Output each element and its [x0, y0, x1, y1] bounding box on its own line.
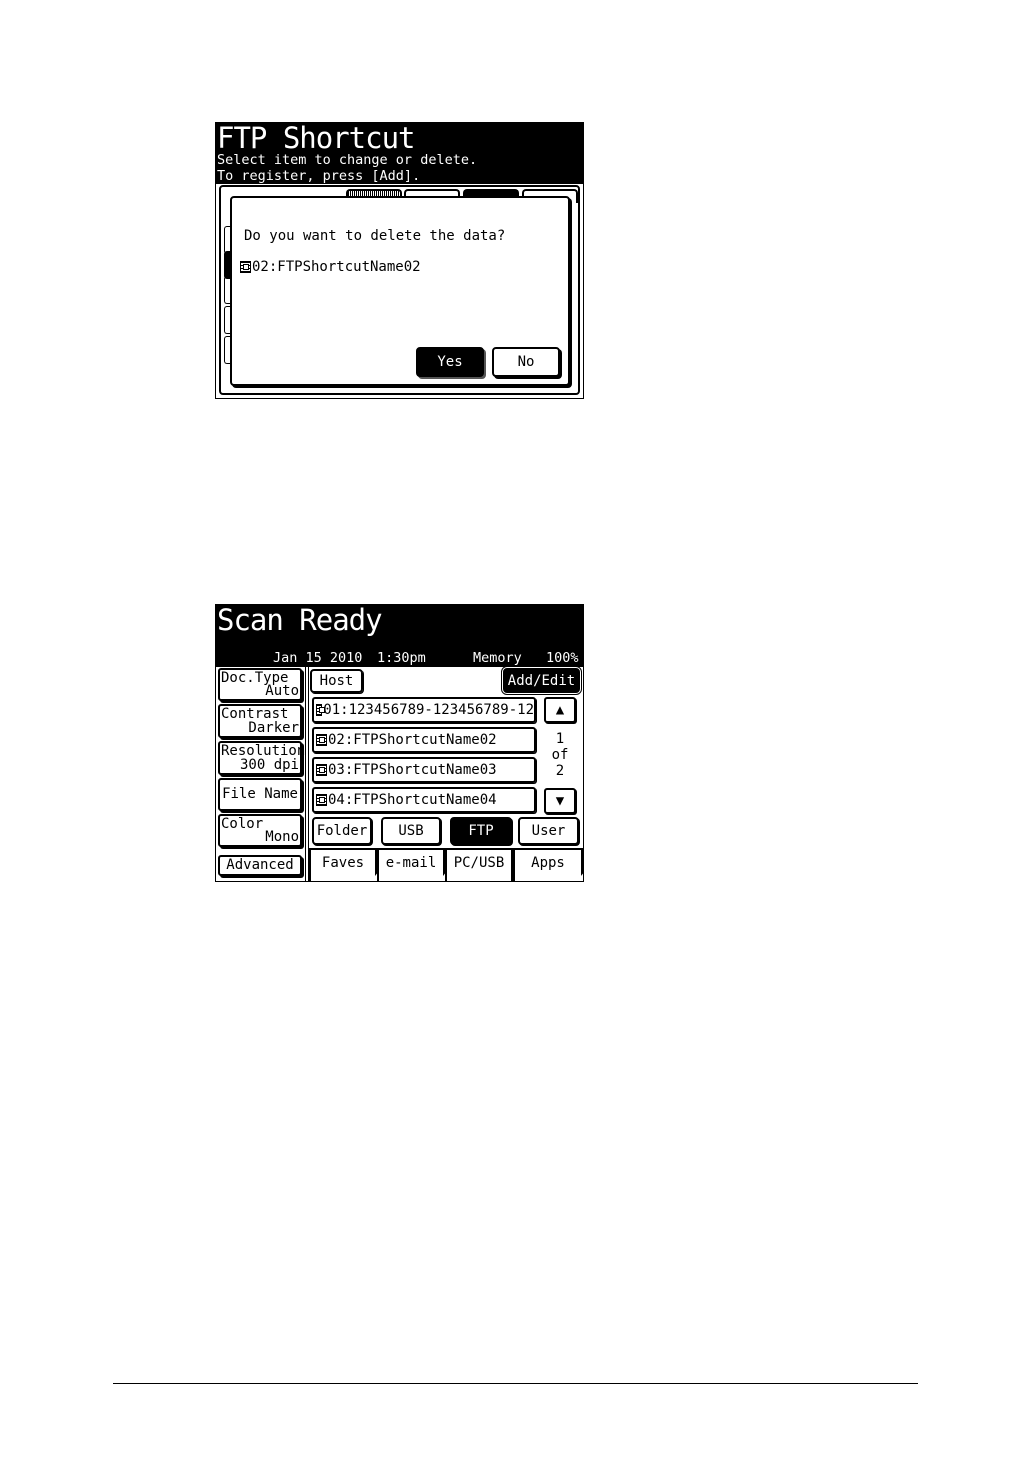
page-total: 2 [555, 763, 565, 779]
ftp-shortcut-icon [316, 734, 327, 746]
list-item-label: 01:123456789-123456789-12 [323, 702, 534, 718]
screen-header: Scan Ready Jan 15 2010 1:30pm Memory 100… [216, 605, 583, 667]
ftp-shortcut-icon [316, 704, 326, 716]
status-time: 1:30pm [377, 650, 426, 666]
color-button[interactable]: Color Mono [218, 814, 302, 847]
setting-value: Darker [248, 720, 299, 736]
ftp-shortcut-screen: FTP Shortcut Select item to change or de… [215, 122, 584, 399]
doc-type-button[interactable]: Doc.Type Auto [218, 668, 302, 701]
resolution-button[interactable]: Resolution 300 dpi [218, 741, 305, 775]
destination-ftp-button[interactable]: FTP [450, 817, 512, 845]
tab-apps[interactable]: Apps [513, 848, 583, 881]
list-item[interactable]: 03:FTPShortcutName03 [312, 757, 536, 783]
destination-folder-button[interactable]: Folder [312, 817, 372, 845]
ftp-shortcut-icon [316, 764, 327, 776]
ftp-shortcut-icon [316, 794, 327, 806]
setting-label: File Name [222, 786, 298, 802]
tab-faves[interactable]: Faves [309, 848, 377, 881]
scroll-up-button[interactable]: ▲ [544, 697, 576, 723]
screen-instruction-1: Select item to change or delete. [217, 152, 478, 168]
status-memory-label: Memory [473, 650, 522, 666]
scan-ready-screen: Scan Ready Jan 15 2010 1:30pm Memory 100… [215, 604, 584, 882]
contrast-button[interactable]: Contrast Darker [218, 704, 302, 738]
host-button[interactable]: Host [310, 669, 363, 693]
list-item[interactable]: 01:123456789-123456789-12 [312, 697, 536, 723]
add-edit-button[interactable]: Add/Edit [501, 666, 582, 695]
list-item[interactable]: 04:FTPShortcutName04 [312, 787, 536, 813]
setting-label: Color [221, 816, 264, 832]
file-name-button[interactable]: File Name [218, 778, 302, 811]
setting-value: Auto [265, 683, 299, 699]
ftp-shortcut-icon [240, 261, 251, 273]
list-item-label: 03:FTPShortcutName03 [328, 762, 497, 778]
scroll-down-button[interactable]: ▼ [544, 788, 576, 814]
advanced-label: Advanced [226, 857, 294, 873]
status-date: Jan 15 2010 [273, 650, 363, 666]
destination-user-button[interactable]: User [518, 817, 579, 845]
page-current: 1 [555, 731, 565, 747]
no-button[interactable]: No [492, 347, 560, 377]
screen-instruction-2: To register, press [Add]. [217, 168, 421, 184]
tab-email[interactable]: e-mail [377, 848, 445, 881]
setting-value: 300 dpi [239, 757, 299, 773]
dialog-message: Do you want to delete the data? [244, 228, 506, 244]
screen-title: Scan Ready [217, 604, 383, 637]
page-of: of [551, 747, 569, 763]
up-arrow-icon: ▲ [555, 702, 565, 718]
tab-pc-usb[interactable]: PC/USB [445, 848, 513, 881]
column-divider [305, 667, 309, 881]
page-indicator: 1 of 2 [544, 731, 576, 779]
dialog-item-label: 02:FTPShortcutName02 [252, 259, 421, 275]
list-item-label: 02:FTPShortcutName02 [328, 732, 497, 748]
destination-usb-button[interactable]: USB [381, 817, 441, 845]
status-memory-value: 100% [546, 650, 579, 666]
setting-value: Mono [265, 829, 299, 845]
dialog-item: 02:FTPShortcutName02 [240, 259, 421, 275]
screen-title: FTP Shortcut [217, 122, 416, 155]
page-footer-rule [113, 1383, 918, 1384]
list-item[interactable]: 02:FTPShortcutName02 [312, 727, 536, 753]
down-arrow-icon: ▼ [555, 793, 565, 809]
list-item-label: 04:FTPShortcutName04 [328, 792, 497, 808]
yes-button[interactable]: Yes [416, 347, 484, 377]
advanced-button[interactable]: Advanced [218, 855, 302, 876]
screen-header: FTP Shortcut Select item to change or de… [216, 123, 583, 184]
delete-confirm-dialog: Do you want to delete the data? 02:FTPSh… [230, 196, 570, 386]
